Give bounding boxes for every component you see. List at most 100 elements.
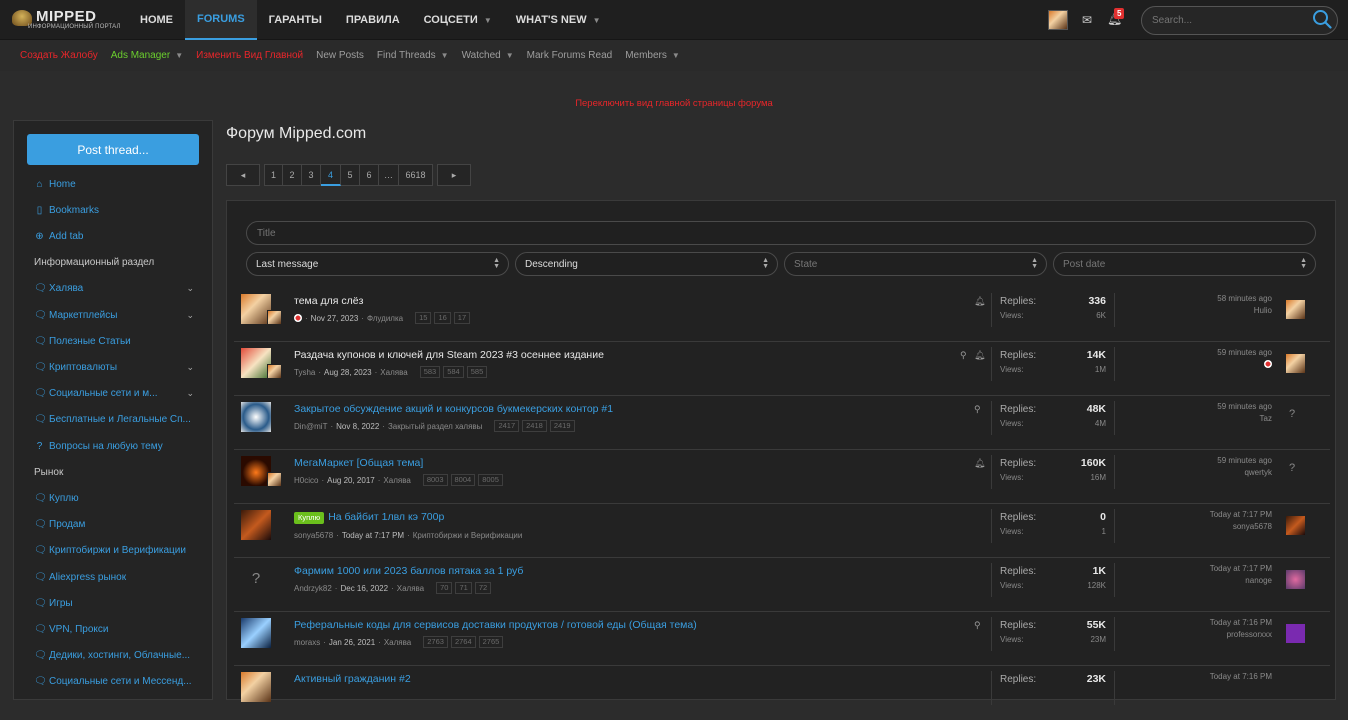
thread-forum-link[interactable]: Халява — [383, 476, 410, 485]
thread-page-link[interactable]: 2417 — [494, 420, 520, 432]
thread-author[interactable]: moraxs — [294, 638, 320, 647]
last-post-user[interactable]: Taz — [1217, 414, 1272, 423]
thread-author[interactable]: Andrzyk82 — [294, 584, 332, 593]
sidebar-item-aliexpress[interactable]: 🗨︎ Aliexpress рынок — [34, 572, 196, 583]
chevron-down-icon[interactable]: ⌄ — [186, 283, 194, 294]
last-post-time[interactable]: 59 minutes ago — [1217, 348, 1272, 357]
last-poster-avatar[interactable] — [1286, 516, 1305, 535]
thread-title[interactable]: Раздача купонов и ключей для Steam 2023 … — [294, 349, 604, 361]
thread-title[interactable]: Реферальные коды для сервисов доставки п… — [294, 619, 697, 631]
state-select[interactable]: State ▲ ▼ — [784, 252, 1047, 276]
unknown-avatar-icon[interactable]: ? — [241, 564, 271, 594]
thread-page-link[interactable]: 72 — [474, 582, 492, 594]
last-poster-avatar-small[interactable] — [267, 472, 282, 487]
sidebar-item-marketplaces[interactable]: 🗨︎ Маркетплейсы — [34, 310, 196, 321]
last-post-user[interactable]: qwertyk — [1217, 468, 1272, 477]
thread-page-link[interactable]: 584 — [443, 366, 464, 378]
page-link[interactable]: 3 — [302, 164, 321, 186]
page-link-current[interactable]: 4 — [321, 164, 341, 186]
last-post-time[interactable]: Today at 7:16 PM — [1210, 672, 1272, 681]
last-post-user[interactable]: sonya5678 — [1210, 522, 1272, 531]
thread-page-link[interactable]: 2764 — [450, 636, 476, 648]
nav-whats-new[interactable]: WHAT'S NEW ▼ — [504, 0, 613, 40]
page-link[interactable]: 1 — [264, 164, 283, 186]
title-filter-input[interactable] — [246, 221, 1316, 245]
last-poster-avatar[interactable] — [1286, 624, 1305, 643]
chevron-down-icon[interactable]: ⌄ — [186, 388, 194, 399]
last-poster-avatar[interactable] — [1286, 354, 1305, 373]
thread-title[interactable]: тема для слёз — [294, 295, 363, 307]
thread-row[interactable]: МегаМаркет [Общая тема] H0cico · Aug 20, 2… — [234, 450, 1330, 504]
page-link-last[interactable]: 6618 — [399, 164, 433, 186]
last-post-time[interactable]: 59 minutes ago — [1217, 402, 1272, 411]
thread-page-link[interactable]: 2419 — [549, 420, 575, 432]
last-post-time[interactable]: 59 minutes ago — [1217, 456, 1272, 465]
thread-row[interactable]: Активный гражданин #2 Replies: 23K Today … — [234, 666, 1330, 720]
user-avatar[interactable] — [1048, 10, 1068, 30]
subnav-members[interactable]: Members ▼ — [625, 50, 680, 61]
thread-forum-link[interactable]: Криптобиржи и Верификации — [413, 531, 523, 540]
last-poster-avatar[interactable] — [1286, 570, 1305, 589]
mail-icon[interactable]: ✉ — [1082, 13, 1092, 27]
thread-page-link[interactable]: 2763 — [423, 636, 448, 648]
last-post-time[interactable]: Today at 7:16 PM — [1210, 618, 1272, 627]
sidebar-item-questions[interactable]: ? Вопросы на любую тему — [34, 441, 196, 452]
last-poster-avatar[interactable] — [1286, 300, 1305, 319]
starter-avatar[interactable] — [241, 402, 271, 432]
watch-bell-icon[interactable]: 🔔︎ — [974, 350, 985, 361]
sidebar-item-sell[interactable]: 🗨︎ Продам — [34, 519, 196, 530]
page-ellipsis[interactable]: … — [379, 164, 399, 186]
search-input[interactable] — [1141, 6, 1338, 35]
thread-row[interactable]: Реферальные коды для сервисов доставки п… — [234, 612, 1330, 666]
next-page-button[interactable]: ▸ — [437, 164, 471, 186]
last-poster-avatar-small[interactable] — [267, 364, 282, 379]
nav-home[interactable]: HOME — [128, 0, 185, 40]
thread-forum-link[interactable]: Закрытый раздел халявы — [388, 422, 483, 431]
thread-page-link[interactable]: 8003 — [422, 474, 448, 486]
thread-title[interactable]: Фармим 1000 или 2023 баллов пятака за 1 … — [294, 565, 523, 577]
thread-forum-link[interactable]: Халява — [397, 584, 424, 593]
chevron-down-icon[interactable]: ⌄ — [186, 310, 194, 321]
subnav-mark-forums-read[interactable]: Mark Forums Read — [527, 50, 613, 61]
thread-row[interactable]: Куплю На байбит 1лвл кэ 700р sonya5678 · To… — [234, 504, 1330, 558]
order-select[interactable]: Descending ▲ ▼ — [515, 252, 778, 276]
page-link[interactable]: 2 — [283, 164, 302, 186]
sidebar-item-bookmarks[interactable]: ▯ Bookmarks — [34, 205, 196, 216]
last-post-user[interactable]: Hulio — [1217, 306, 1272, 315]
last-post-user[interactable] — [1217, 360, 1272, 370]
thread-author[interactable]: sonya5678 — [294, 531, 333, 540]
site-logo[interactable]: MIPPED ИНФОРМАЦИОННЫЙ ПОРТАЛ — [12, 8, 120, 32]
last-post-user[interactable]: professorxxx — [1210, 630, 1272, 639]
last-poster-avatar-small[interactable] — [267, 310, 282, 325]
post-date-select[interactable]: Post date ▲ ▼ — [1053, 252, 1316, 276]
sidebar-item-buy[interactable]: 🗨︎ Куплю — [34, 493, 196, 504]
subnav-new-posts[interactable]: New Posts — [316, 50, 364, 61]
thread-author[interactable]: H0cico — [294, 476, 318, 485]
chevron-down-icon[interactable]: ⌄ — [186, 362, 194, 373]
thread-page-link[interactable]: 2765 — [478, 636, 504, 648]
search-icon[interactable] — [1312, 9, 1332, 29]
sort-select[interactable]: Last message ▲ ▼ — [246, 252, 509, 276]
thread-row[interactable]: тема для слёз · Nov 27, 2023 · Флудилка 15 16… — [234, 288, 1330, 342]
watch-bell-icon[interactable]: 🔔︎ — [974, 296, 985, 307]
thread-row[interactable]: Закрытое обсуждение акций и конкурсов бу… — [234, 396, 1330, 450]
nav-rules[interactable]: ПРАВИЛА — [334, 0, 412, 40]
thread-title[interactable]: Активный гражданин #2 — [294, 673, 411, 685]
thread-page-link[interactable]: 585 — [466, 366, 488, 378]
subnav-change-home-view[interactable]: Изменить Вид Главной — [196, 50, 303, 61]
watch-bell-icon[interactable]: 🔔︎ — [974, 458, 985, 469]
unknown-avatar-icon[interactable]: ? — [1289, 462, 1295, 474]
thread-title[interactable]: На байбит 1лвл кэ 700р — [328, 511, 444, 523]
starter-avatar[interactable] — [241, 672, 271, 702]
thread-page-link[interactable]: 16 — [434, 312, 451, 324]
subnav-watched[interactable]: Watched ▼ — [462, 50, 514, 61]
thread-page-link[interactable]: 15 — [415, 312, 432, 324]
nav-forums[interactable]: FORUMS — [185, 0, 257, 40]
sidebar-item-freebies[interactable]: 🗨︎ Халява — [34, 283, 196, 294]
subnav-find-threads[interactable]: Find Threads ▼ — [377, 50, 449, 61]
thread-forum-link[interactable]: Халява — [384, 638, 411, 647]
thread-page-link[interactable]: 8005 — [478, 474, 503, 486]
sidebar-item-social-messengers[interactable]: 🗨︎ Социальные сети и Мессенд... — [34, 676, 196, 687]
sidebar-item-games[interactable]: 🗨︎ Игры — [34, 598, 196, 609]
last-post-time[interactable]: Today at 7:17 PM — [1210, 564, 1272, 573]
